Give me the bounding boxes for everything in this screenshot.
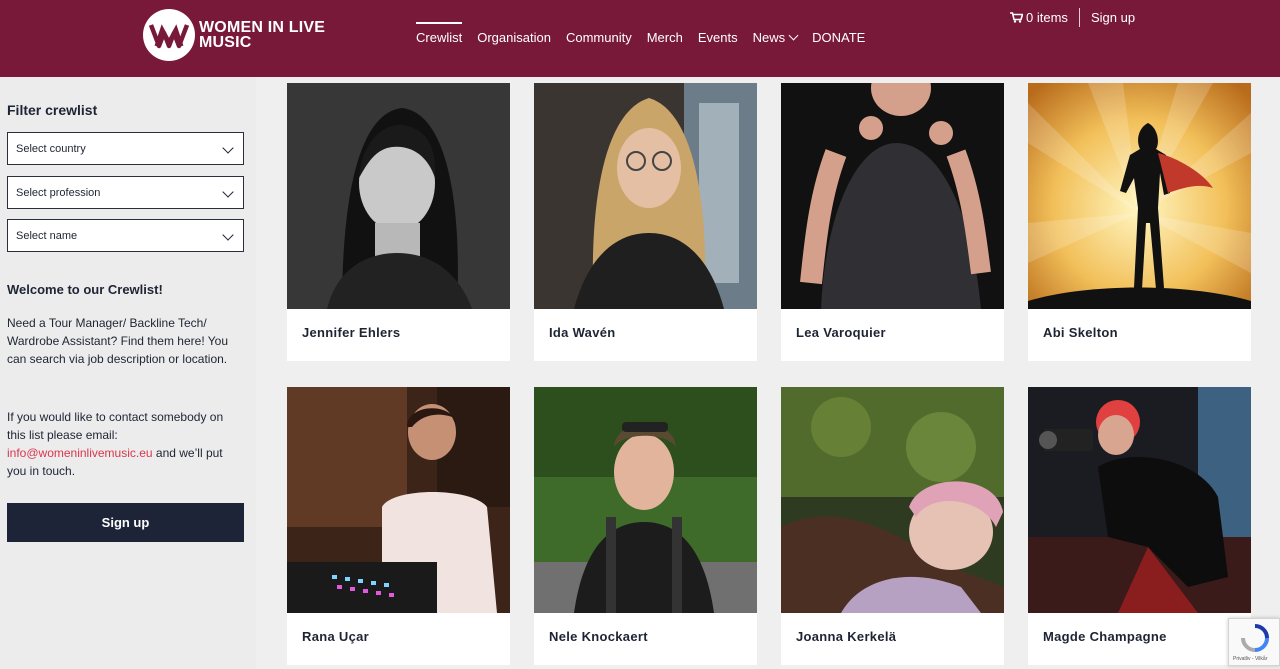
nav-organisation[interactable]: Organisation [477, 30, 551, 46]
crew-name: Nele Knockaert [549, 629, 648, 644]
crew-card[interactable]: Lea Varoquier [781, 83, 1004, 361]
nav-events[interactable]: Events [698, 30, 738, 46]
welcome-title: Welcome to our Crewlist! [7, 282, 163, 297]
nav-community[interactable]: Community [566, 30, 632, 46]
portrait-photographer-icon [1028, 387, 1251, 613]
select-name-label: Select name [16, 229, 78, 242]
crew-name: Abi Skelton [1043, 325, 1118, 340]
select-name[interactable]: Select name [7, 219, 244, 252]
chevron-down-icon [222, 186, 234, 198]
intro-text: Need a Tour Manager/ Backline Tech/ Ward… [7, 316, 229, 366]
contact-text: If you would like to contact somebody on… [7, 408, 242, 480]
select-profession[interactable]: Select profession [7, 176, 244, 209]
cart-link[interactable]: 0 items [1010, 10, 1068, 25]
site-header: WOMEN IN LIVE MUSIC Crewlist Organisatio… [0, 0, 1280, 77]
contact-email-link[interactable]: info@womeninlivemusic.eu [7, 446, 153, 460]
filter-title: Filter crewlist [7, 102, 98, 118]
header-signup-link[interactable]: Sign up [1091, 10, 1135, 25]
header-divider [1079, 8, 1080, 27]
crew-card[interactable]: Ida Wavén [534, 83, 757, 361]
main-nav: Crewlist Organisation Community Merch Ev… [416, 22, 880, 46]
chevron-down-icon [222, 229, 234, 241]
logo-wordmark: WOMEN IN LIVE MUSIC [199, 19, 326, 51]
chevron-down-icon [788, 30, 799, 41]
select-profession-label: Select profession [16, 186, 101, 199]
crew-name: Magde Champagne [1043, 629, 1167, 644]
nav-donate[interactable]: DONATE [812, 30, 865, 46]
nav-news[interactable]: News [752, 30, 799, 46]
portrait-moss-icon [781, 387, 1004, 613]
crew-card[interactable]: Magde Champagne [1028, 387, 1251, 665]
portrait-outdoor-icon [534, 387, 757, 613]
portrait-dj-icon [287, 387, 510, 613]
crew-name: Jennifer Ehlers [302, 325, 401, 340]
recaptcha-terms: Privatliv - Vilkår [1233, 656, 1268, 662]
portrait-bw-icon [287, 83, 510, 309]
nav-news-label: News [752, 30, 786, 45]
crew-name: Lea Varoquier [796, 325, 886, 340]
chevron-down-icon [222, 142, 234, 154]
cart-count: 0 items [1026, 10, 1068, 25]
cart-icon [1010, 12, 1023, 23]
crew-name: Joanna Kerkelä [796, 629, 897, 644]
crew-card[interactable]: Jennifer Ehlers [287, 83, 510, 361]
select-country-label: Select country [16, 142, 86, 155]
crew-card[interactable]: Abi Skelton [1028, 83, 1251, 361]
nav-crewlist[interactable]: Crewlist [416, 22, 463, 46]
site-logo[interactable]: WOMEN IN LIVE MUSIC [142, 8, 325, 62]
crew-name: Rana Uçar [302, 629, 370, 644]
recaptcha-badge[interactable]: Privatliv - Vilkår [1228, 618, 1280, 666]
logo-mark-icon [143, 9, 195, 61]
nav-merch[interactable]: Merch [647, 30, 683, 46]
signup-button[interactable]: Sign up [7, 503, 244, 542]
select-country[interactable]: Select country [7, 132, 244, 165]
logo-line-2: MUSIC [199, 34, 252, 51]
filter-sidebar: Filter crewlist Select country Select pr… [0, 77, 256, 669]
crew-card[interactable]: Joanna Kerkelä [781, 387, 1004, 665]
logo-line-1: WOMEN IN LIVE [199, 19, 326, 36]
crew-card[interactable]: Rana Uçar [287, 387, 510, 665]
crew-name: Ida Wavén [549, 325, 616, 340]
contact-text-before: If you would like to contact somebody on… [7, 410, 224, 442]
recaptcha-icon [1241, 624, 1269, 652]
portrait-blonde-icon [534, 83, 757, 309]
crew-card[interactable]: Nele Knockaert [534, 387, 757, 665]
portrait-rock-icon [781, 83, 1004, 309]
superhero-silhouette-icon [1028, 83, 1251, 309]
